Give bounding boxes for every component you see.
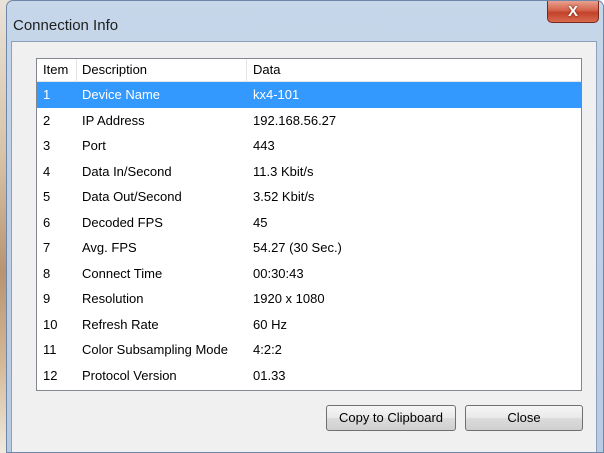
item-cell: 7 <box>43 240 51 255</box>
data-cell: 11.3 Kbit/s <box>253 163 314 179</box>
description-cell: Decoded FPS <box>82 214 163 230</box>
item-cell: 2 <box>43 112 51 128</box>
data-cell: 54.27 (30 Sec.) <box>253 240 342 255</box>
table-row[interactable]: 5 Data Out/Second 3.52 Kbit/s <box>37 184 581 210</box>
column-header-description[interactable]: Description <box>77 59 247 81</box>
close-button[interactable]: Close <box>465 405 583 431</box>
connection-info-dialog: Connection Info X Item Description Data … <box>6 0 604 453</box>
window-close-button[interactable]: X <box>547 1 599 23</box>
data-cell: 45 <box>253 214 268 230</box>
item-cell: 1 <box>43 87 51 102</box>
description-cell: Data In/Second <box>82 163 172 179</box>
description-cell: Connect Time <box>82 265 163 281</box>
data-cell: 4:2:2 <box>253 342 282 357</box>
table-row[interactable]: 12 Protocol Version 01.33 <box>37 363 581 389</box>
item-cell: 5 <box>43 189 51 204</box>
data-cell: 1920 x 1080 <box>253 291 325 306</box>
item-cell: 9 <box>43 291 51 306</box>
description-cell: Refresh Rate <box>82 316 159 332</box>
data-cell: 192.168.56.27 <box>253 112 337 128</box>
table-row[interactable]: 8 Connect Time 00:30:43 <box>37 261 581 287</box>
item-cell: 3 <box>43 138 51 153</box>
table-row[interactable]: 10 Refresh Rate 60 Hz <box>37 312 581 338</box>
connection-info-list[interactable]: Item Description Data 1 Device Name kx4-10… <box>36 58 582 391</box>
item-cell: 10 <box>43 316 58 332</box>
description-cell: Avg. FPS <box>82 240 137 255</box>
description-cell: Port <box>82 138 106 153</box>
data-cell: 01.33 <box>253 367 286 383</box>
table-row[interactable]: 3 Port 443 <box>37 133 581 159</box>
close-icon: X <box>567 3 578 20</box>
item-cell: 11 <box>43 342 57 357</box>
list-rows: 1 Device Name kx4-101 2 IP Address 192.168.56… <box>37 82 581 388</box>
title-bar[interactable]: Connection Info X <box>7 1 603 41</box>
data-cell: 3.52 Kbit/s <box>253 189 315 204</box>
list-header: Item Description Data <box>37 59 581 82</box>
description-cell: IP Address <box>82 112 145 128</box>
copy-to-clipboard-button[interactable]: Copy to Clipboard <box>326 405 456 431</box>
description-cell: Color Subsampling Mode <box>82 342 228 357</box>
description-cell: Protocol Version <box>82 367 177 383</box>
data-cell: 00:30:43 <box>253 265 304 281</box>
column-header-item[interactable]: Item <box>37 59 77 81</box>
description-cell: Data Out/Second <box>82 189 182 204</box>
data-cell: kx4-101 <box>253 87 300 102</box>
item-cell: 4 <box>43 163 51 179</box>
table-row[interactable]: 7 Avg. FPS 54.27 (30 Sec.) <box>37 235 581 261</box>
table-row[interactable]: 1 Device Name kx4-101 <box>37 82 581 108</box>
data-cell: 443 <box>253 138 275 153</box>
column-header-data[interactable]: Data <box>247 59 581 81</box>
dialog-client-area: Item Description Data 1 Device Name kx4-10… <box>11 41 597 452</box>
table-row[interactable]: 4 Data In/Second 11.3 Kbit/s <box>37 159 581 185</box>
table-row[interactable]: 9 Resolution 1920 x 1080 <box>37 286 581 312</box>
description-cell: Device Name <box>82 87 161 102</box>
description-cell: Resolution <box>82 291 144 306</box>
item-cell: 8 <box>43 265 51 281</box>
item-cell: 6 <box>43 214 51 230</box>
window-title: Connection Info <box>13 17 119 34</box>
table-row[interactable]: 2 IP Address 192.168.56.27 <box>37 108 581 134</box>
item-cell: 12 <box>43 367 58 383</box>
table-row[interactable]: 11 Color Subsampling Mode 4:2:2 <box>37 337 581 363</box>
table-row[interactable]: 6 Decoded FPS 45 <box>37 210 581 236</box>
data-cell: 60 Hz <box>253 316 287 332</box>
